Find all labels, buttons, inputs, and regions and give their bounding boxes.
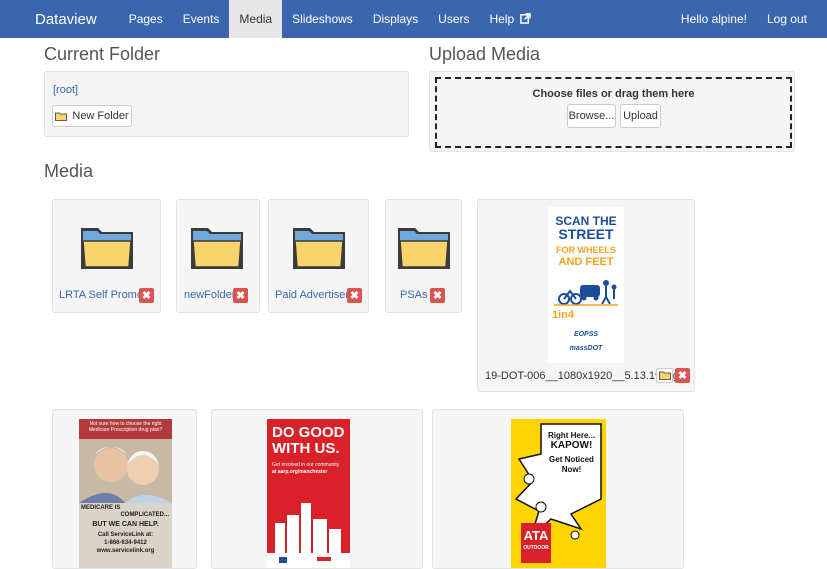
nav-users[interactable]: Users — [428, 0, 479, 38]
nav-events[interactable]: Events — [173, 0, 230, 38]
logo-text: ATA — [523, 528, 549, 543]
browse-button[interactable]: Browse... — [567, 104, 616, 128]
folder-card[interactable]: LRTA Self Promos ✖ — [52, 199, 161, 313]
poster-subtitle: Get involved in our community — [272, 462, 340, 468]
poster-org: massDOT — [569, 345, 603, 352]
image-thumbnail[interactable]: Not sure how to choose the right Medicar… — [79, 419, 172, 568]
folder-name[interactable]: PSAs — [400, 289, 428, 301]
media-heading: Media — [44, 161, 94, 181]
folder-card[interactable]: PSAs ✖ — [385, 199, 462, 313]
illustration — [554, 280, 618, 306]
close-icon: ✖ — [677, 370, 688, 382]
nav-help[interactable]: Help — [480, 0, 541, 38]
poster-title: DO GOOD — [272, 424, 345, 441]
folder-card[interactable]: Paid Advertisers ✖ — [268, 199, 369, 313]
folder-icon — [658, 371, 671, 380]
poster-subtitle: BUT WE CAN HELP. — [92, 521, 159, 528]
new-folder-button[interactable]: New Folder — [52, 105, 132, 127]
logout-link[interactable]: Log out — [757, 0, 817, 38]
close-icon: ✖ — [432, 290, 443, 302]
root-breadcrumb[interactable]: [root] — [53, 84, 78, 96]
delete-button[interactable]: ✖ — [675, 368, 690, 383]
image-thumbnail[interactable]: DO GOOD WITH US. Get involved in our com… — [267, 419, 350, 568]
photo — [79, 439, 172, 503]
new-folder-label: New Folder — [72, 110, 129, 122]
media-file-card[interactable]: Right Here... KAPOW! Get Noticed Now! AT… — [432, 409, 684, 569]
media-file-card[interactable]: SCAN THE STREET FOR WHEELS AND FEET 1in4… — [477, 199, 695, 392]
poster-org: EOPSS — [573, 331, 599, 338]
poster-title: STREET — [558, 226, 614, 242]
poster-title: KAPOW! — [550, 440, 593, 451]
delete-button[interactable]: ✖ — [430, 288, 445, 303]
logo-subtext: OUTDOOR — [523, 545, 549, 551]
poster-subtitle: Now! — [561, 465, 582, 474]
poster-subtitle: FOR WHEELS — [556, 245, 616, 255]
delete-button[interactable]: ✖ — [347, 288, 362, 303]
folder-card[interactable]: newFolder ✖ — [176, 199, 260, 313]
nav-displays[interactable]: Displays — [363, 0, 428, 38]
current-folder-panel: [root] New Folder — [44, 71, 409, 137]
poster-header: Not sure how to choose the right Medicar… — [88, 421, 163, 433]
folder-name[interactable]: newFolder — [184, 289, 235, 301]
poster-subtitle: Get Noticed — [549, 455, 594, 464]
folder-icon — [293, 228, 345, 269]
nav-help-label: Help — [489, 12, 515, 26]
media-file-card[interactable]: Not sure how to choose the right Medicar… — [52, 409, 197, 569]
nav-pages[interactable]: Pages — [119, 0, 173, 38]
dropzone-text: Choose files or drag them here — [532, 88, 695, 100]
image-thumbnail[interactable]: SCAN THE STREET FOR WHEELS AND FEET 1in4… — [548, 207, 624, 363]
image-thumbnail[interactable]: Right Here... KAPOW! Get Noticed Now! AT… — [511, 419, 606, 568]
current-folder-heading: Current Folder — [44, 44, 161, 64]
poster-subtitle: at aarp.org/manchester — [272, 469, 328, 475]
move-button[interactable] — [656, 368, 673, 383]
folder-icon — [398, 228, 450, 269]
media-file-card[interactable]: DO GOOD WITH US. Get involved in our com… — [211, 409, 423, 569]
folder-icon — [191, 228, 243, 269]
poster-info: 1-866-634-9412 — [104, 540, 147, 546]
folder-name[interactable]: Paid Advertisers — [275, 289, 354, 301]
user-greeting[interactable]: Hello alpine! — [671, 0, 757, 38]
folder-icon — [55, 112, 68, 121]
close-icon: ✖ — [349, 290, 360, 302]
brand-link[interactable]: Dataview — [35, 11, 97, 28]
poster-title: COMPLICATED... — [120, 512, 169, 518]
poster-title: WITH US. — [272, 440, 340, 457]
nav-media[interactable]: Media — [229, 0, 283, 38]
ata-logo: ATA OUTDOOR — [521, 523, 551, 563]
delete-button[interactable]: ✖ — [139, 288, 154, 303]
top-navbar: Dataview Pages Events Media Slideshows D… — [0, 0, 827, 38]
nav-slideshows[interactable]: Slideshows — [282, 0, 363, 38]
file-name: 19-DOT-006__1080x1920__5.13.19.jpg — [485, 370, 679, 382]
upload-dropzone[interactable]: Choose files or drag them here Browse...… — [435, 77, 792, 148]
city-illustration — [267, 503, 350, 568]
poster-subtitle: AND FEET — [558, 256, 614, 268]
upload-media-heading: Upload Media — [429, 44, 541, 64]
upload-panel: Choose files or drag them here Browse...… — [429, 71, 795, 152]
close-icon: ✖ — [235, 290, 246, 302]
folder-icon — [81, 228, 133, 269]
delete-button[interactable]: ✖ — [233, 288, 248, 303]
poster-stat: 1in4 — [552, 309, 575, 321]
upload-button[interactable]: Upload — [620, 104, 661, 128]
close-icon: ✖ — [141, 290, 152, 302]
poster-title: MEDICARE IS — [81, 505, 121, 511]
poster-info: www.servicelink.org — [96, 548, 155, 554]
poster-info: Call ServiceLink at: — [97, 532, 154, 538]
poster-title: Right Here... — [547, 431, 596, 440]
folder-name[interactable]: LRTA Self Promos — [59, 289, 148, 301]
external-link-icon — [519, 13, 531, 24]
